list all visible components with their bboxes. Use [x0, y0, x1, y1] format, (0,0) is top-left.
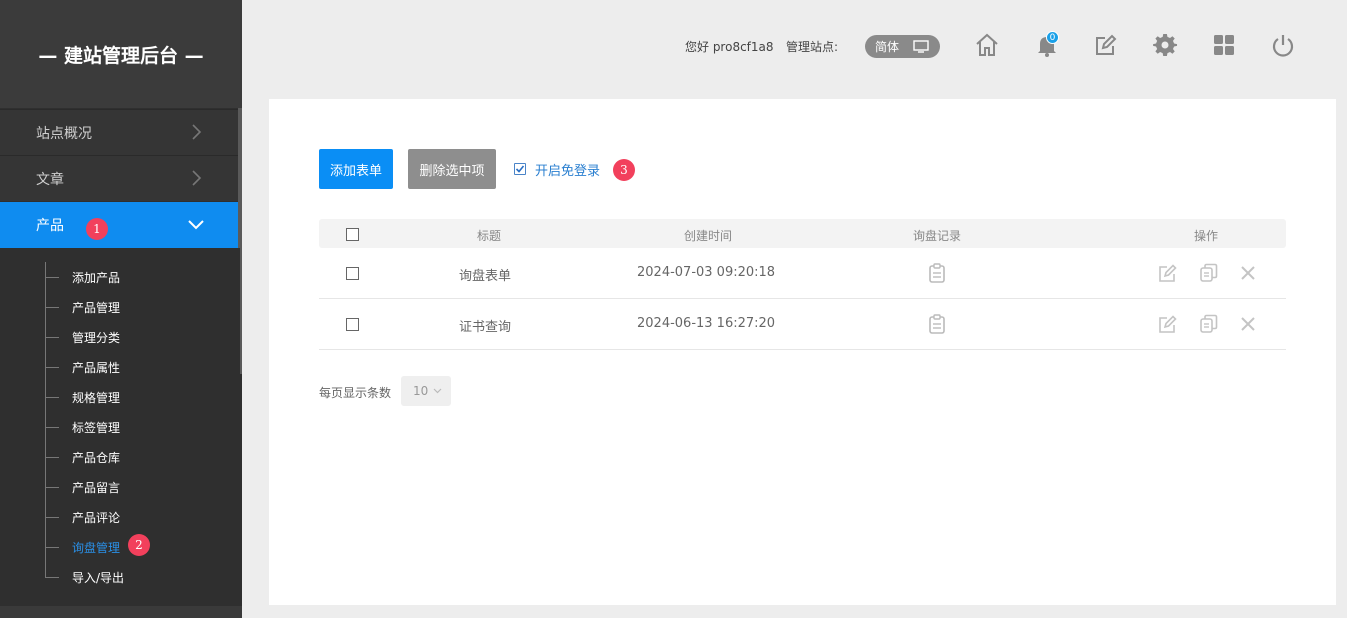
column-header-records: 询盘记录	[913, 229, 962, 243]
site-label: 管理站点:	[786, 40, 839, 54]
submenu-item-label: 询盘管理	[72, 540, 121, 555]
home-icon[interactable]	[974, 32, 1000, 58]
login-free-checkbox[interactable]	[514, 163, 526, 175]
submenu-item-product-manage[interactable]: 产品管理	[45, 292, 235, 322]
sidebar-item-products[interactable]: 产品 1	[0, 202, 240, 248]
row-created: 2024-07-03 09:20:18	[637, 265, 776, 280]
submenu-item-label: 标签管理	[72, 420, 121, 435]
brand-title: — 建站管理后台 —	[0, 0, 242, 108]
row-checkbox[interactable]	[346, 267, 359, 280]
row-checkbox[interactable]	[346, 318, 359, 331]
language-label: 简体	[875, 40, 900, 54]
chevron-right-icon	[192, 124, 202, 140]
step-badge: 3	[613, 159, 635, 181]
delete-selected-button[interactable]: 删除选中项	[408, 149, 496, 189]
step-badge: 2	[128, 534, 150, 556]
submenu-item-import-export[interactable]: 导入/导出	[45, 562, 235, 592]
check-icon	[515, 165, 525, 173]
submenu-item-label: 产品留言	[72, 480, 121, 495]
submenu-item-messages[interactable]: 产品留言	[45, 472, 235, 502]
select-all-checkbox[interactable]	[346, 228, 359, 241]
page-size-value: 10	[413, 384, 429, 398]
table-row: 证书查询 2024-06-13 16:27:20	[319, 299, 1286, 350]
chevron-right-icon	[192, 170, 202, 186]
submenu-item-inquiries[interactable]: 询盘管理 2	[45, 532, 235, 562]
sidebar: — 建站管理后台 — 站点概况 文章 产品 1 添加产品 产品管理 管理分类 产…	[0, 0, 242, 618]
submenu-item-warehouse[interactable]: 产品仓库	[45, 442, 235, 472]
row-title: 证书查询	[459, 320, 512, 335]
submenu-item-categories[interactable]: 管理分类	[45, 322, 235, 352]
page-size-select[interactable]: 10	[401, 376, 451, 406]
table-header: 标题 创建时间 询盘记录 操作	[319, 219, 1286, 248]
sidebar-bottom-item[interactable]	[0, 606, 242, 618]
submenu-item-label: 导入/导出	[72, 570, 125, 585]
submenu-item-label: 产品评论	[72, 510, 121, 525]
product-submenu: 添加产品 产品管理 管理分类 产品属性 规格管理 标签管理 产品仓库 产品留言 …	[0, 248, 240, 606]
language-switch[interactable]: 简体	[865, 35, 940, 58]
submenu-item-label: 添加产品	[72, 270, 121, 285]
edit-icon[interactable]	[1158, 263, 1178, 283]
submenu-item-label: 产品属性	[72, 360, 121, 375]
submenu-item-add-product[interactable]: 添加产品	[45, 262, 235, 292]
submenu-item-label: 管理分类	[72, 330, 121, 345]
copy-icon[interactable]	[1199, 263, 1219, 283]
chevron-down-icon	[433, 388, 442, 394]
edit-icon[interactable]	[1158, 314, 1178, 334]
sidebar-item-label: 文章	[36, 171, 64, 188]
submenu-item-label: 产品仓库	[72, 450, 121, 465]
gear-icon[interactable]	[1152, 32, 1178, 58]
submenu-item-label: 规格管理	[72, 390, 121, 405]
sidebar-item-overview[interactable]: 站点概况	[0, 109, 240, 155]
submenu-item-reviews[interactable]: 产品评论	[45, 502, 235, 532]
login-free-label[interactable]: 开启免登录	[535, 160, 600, 179]
notification-count: 0	[1046, 31, 1059, 44]
user-greeting: 您好 pro8cf1a8	[685, 40, 774, 54]
step-badge: 1	[86, 218, 108, 240]
submenu-item-specs[interactable]: 规格管理	[45, 382, 235, 412]
column-header-created: 创建时间	[684, 229, 733, 243]
chevron-down-icon	[188, 220, 204, 230]
table-row: 询盘表单 2024-07-03 09:20:18	[319, 248, 1286, 299]
column-header-title: 标题	[477, 229, 502, 243]
column-header-actions: 操作	[1194, 229, 1219, 243]
sidebar-item-label: 站点概况	[36, 125, 92, 142]
sidebar-item-articles[interactable]: 文章	[0, 155, 240, 201]
monitor-icon	[913, 40, 929, 53]
add-form-button[interactable]: 添加表单	[319, 149, 393, 189]
submenu-item-attributes[interactable]: 产品属性	[45, 352, 235, 382]
clipboard-icon[interactable]	[928, 263, 946, 283]
main-panel: 添加表单 删除选中项 开启免登录 3 标题 创建时间 询盘记录 操作 询盘表单 …	[269, 99, 1336, 605]
sidebar-item-label: 产品	[36, 218, 64, 234]
close-icon[interactable]	[1240, 265, 1256, 281]
copy-icon[interactable]	[1199, 314, 1219, 334]
power-icon[interactable]	[1270, 32, 1296, 58]
edit-icon[interactable]	[1093, 32, 1119, 58]
grid-icon[interactable]	[1211, 32, 1237, 58]
submenu-item-label: 产品管理	[72, 300, 121, 315]
row-title: 询盘表单	[459, 269, 512, 284]
page-size-label: 每页显示条数	[319, 386, 392, 400]
row-created: 2024-06-13 16:27:20	[637, 316, 776, 331]
submenu-item-tags[interactable]: 标签管理	[45, 412, 235, 442]
clipboard-icon[interactable]	[928, 314, 946, 334]
close-icon[interactable]	[1240, 316, 1256, 332]
